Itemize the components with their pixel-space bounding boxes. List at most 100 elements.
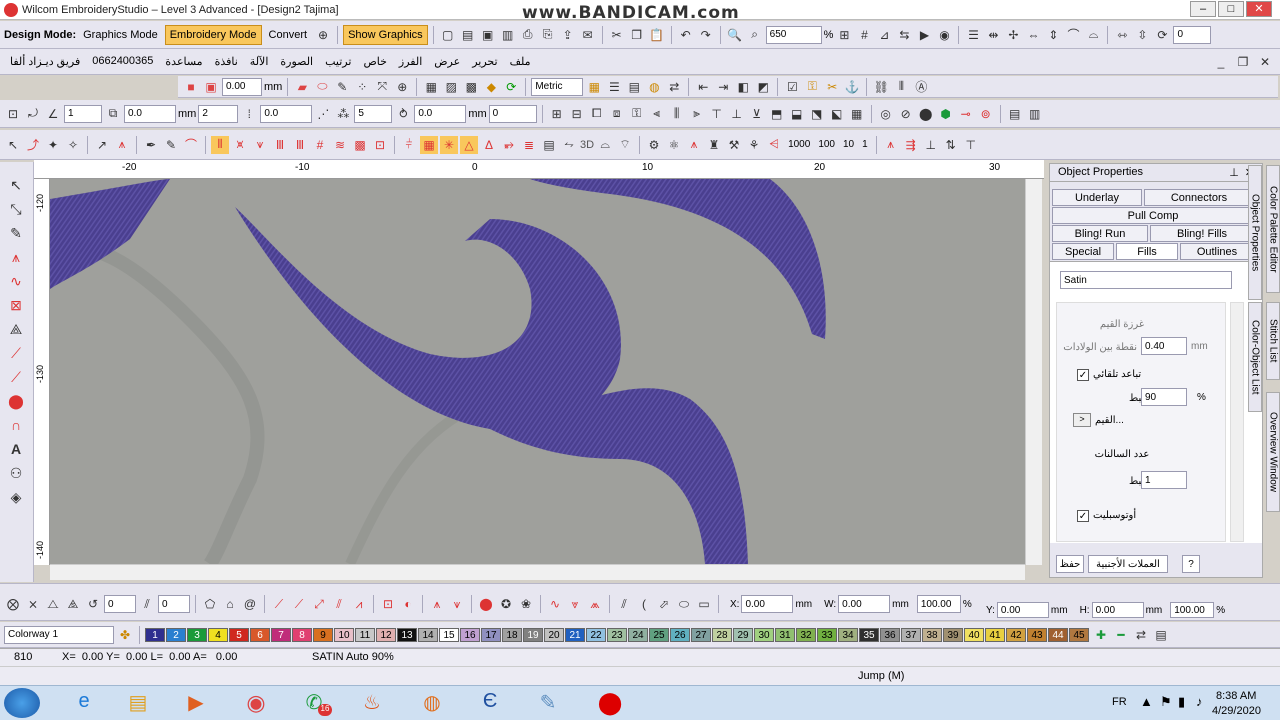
panel-scrollbar[interactable]: [1230, 302, 1244, 542]
adjust-input[interactable]: 90: [1141, 388, 1187, 406]
polygon-select-icon[interactable]: ✧: [64, 136, 82, 154]
hoop-toggle-icon[interactable]: ⇄: [665, 78, 683, 96]
firefox-icon[interactable]: ◍: [412, 690, 452, 718]
color-swatch[interactable]: 1: [145, 627, 165, 642]
column-icon[interactable]: Ⅲ: [271, 136, 289, 154]
tab-stitch-list[interactable]: Stitch List: [1266, 302, 1280, 380]
select-tool-icon[interactable]: ↖: [7, 176, 25, 194]
color-swatch[interactable]: 20: [544, 627, 564, 642]
count-100[interactable]: 100: [818, 139, 835, 150]
color-swatch[interactable]: 13: [397, 627, 417, 642]
h-input[interactable]: 0.00: [1091, 602, 1144, 618]
clock-time[interactable]: 8:38 AM: [1216, 690, 1256, 702]
arc-tool-icon[interactable]: ∩: [7, 416, 25, 434]
color-swatch[interactable]: 15: [439, 627, 459, 642]
w-input[interactable]: 0.00: [838, 595, 891, 613]
color-swatch[interactable]: 24: [628, 627, 648, 642]
spiral-icon[interactable]: @: [241, 595, 259, 613]
spacing-input[interactable]: 0.0: [414, 104, 467, 123]
scan-icon[interactable]: ▩: [462, 78, 480, 96]
travel-c-icon[interactable]: ⊥: [922, 136, 940, 154]
menu-special[interactable]: خاص: [363, 55, 386, 68]
pencil-icon[interactable]: ✎: [162, 136, 180, 154]
select-b-icon[interactable]: ⨂: [4, 595, 22, 613]
travel-e-icon[interactable]: ⊤: [962, 136, 980, 154]
tab-connectors[interactable]: Connectors: [1144, 189, 1254, 206]
letters-icon[interactable]: Ⓐ: [912, 78, 930, 96]
tab-underlay[interactable]: Underlay: [1052, 189, 1142, 206]
color-swatch[interactable]: 44: [1048, 627, 1068, 642]
color-swatch[interactable]: 21: [565, 627, 585, 642]
color-line-icon[interactable]: ▣: [202, 78, 220, 96]
grid-options-icon[interactable]: ▦: [585, 78, 603, 96]
turning-icon[interactable]: ⫩: [400, 136, 418, 154]
maximize-button[interactable]: □: [1218, 1, 1244, 17]
rotate-b-icon[interactable]: ↺: [84, 595, 102, 613]
outline-icon[interactable]: ⬠: [201, 595, 219, 613]
save-icon[interactable]: ▣: [479, 26, 497, 44]
list-icon[interactable]: ☰: [605, 78, 623, 96]
show-graphics-button[interactable]: Show Graphics: [343, 24, 428, 45]
bling-b-icon[interactable]: ⩔: [566, 595, 584, 613]
tray-network-icon[interactable]: ⚑: [1160, 694, 1172, 710]
shape-edit-icon[interactable]: ✎: [333, 78, 351, 96]
distribute-icon[interactable]: ⇹: [984, 26, 1002, 44]
hatch-icon[interactable]: ⫽: [615, 595, 633, 613]
split-icon[interactable]: ⇤: [694, 78, 712, 96]
run-tool-icon[interactable]: ∿: [7, 272, 25, 290]
menu-restore-icon[interactable]: ❐: [1234, 53, 1252, 71]
select-all-icon[interactable]: ⊞: [548, 105, 566, 123]
fill-holes-icon[interactable]: ◧: [734, 78, 752, 96]
tab-special[interactable]: Special: [1052, 243, 1114, 260]
needle-icon[interactable]: ⊸: [957, 105, 975, 123]
stitch-icon[interactable]: ⁞: [240, 105, 258, 123]
link-icon[interactable]: ⌒: [1064, 26, 1082, 44]
bling-c-icon[interactable]: ⩕: [586, 595, 604, 613]
start-button[interactable]: [4, 688, 40, 718]
mirror-c-icon[interactable]: ⧌: [64, 595, 82, 613]
offset-y-input[interactable]: 0.0: [260, 104, 313, 123]
spacing-input[interactable]: 0.40: [1141, 337, 1187, 355]
lock-icon[interactable]: ⚿: [803, 78, 821, 96]
ie-icon[interactable]: e: [64, 690, 104, 718]
tatami-icon[interactable]: ⩙: [231, 136, 249, 154]
star-fill-icon[interactable]: ✳: [440, 135, 458, 154]
skew-input[interactable]: 0: [158, 595, 190, 613]
wrap-icon[interactable]: ⥁: [394, 105, 412, 123]
color-swatch[interactable]: 16: [460, 627, 480, 642]
zigzag-icon[interactable]: ⩛: [251, 136, 269, 154]
shape-rect-icon[interactable]: ▰: [293, 78, 311, 96]
color-swatch[interactable]: 45: [1069, 627, 1089, 642]
color-fill-icon[interactable]: ■: [182, 78, 200, 96]
transform-icon[interactable]: ⤧: [373, 78, 391, 96]
print-sheet-icon[interactable]: ▤: [625, 78, 643, 96]
hoop2-icon[interactable]: ⊚: [977, 105, 995, 123]
node-icon[interactable]: ⁘: [353, 78, 371, 96]
count-1[interactable]: 1: [862, 139, 868, 150]
tray-power-icon[interactable]: ▮: [1178, 694, 1185, 710]
color-swatch[interactable]: 5: [229, 627, 249, 642]
add-color-icon[interactable]: ✚: [1092, 626, 1110, 644]
color-swatch[interactable]: 30: [754, 627, 774, 642]
transform-reset-icon[interactable]: ⊡: [4, 105, 22, 123]
values-expand-button[interactable]: >: [1073, 413, 1091, 427]
graphics-mode-button[interactable]: Graphics Mode: [78, 25, 163, 45]
menu-help[interactable]: مساعدة: [165, 55, 202, 68]
flower-icon[interactable]: ❀: [517, 595, 535, 613]
hoop-icon[interactable]: ◍: [645, 78, 663, 96]
tie-icon[interactable]: ⚓: [843, 78, 861, 96]
travel-d-icon[interactable]: ⇅: [942, 136, 960, 154]
tab-overview-window[interactable]: Overview Window: [1266, 392, 1280, 512]
explorer-icon[interactable]: ▤: [118, 690, 158, 718]
bandicam-icon[interactable]: ⬤: [590, 690, 630, 718]
align-bottom-icon[interactable]: ⊻: [748, 105, 766, 123]
globe-icon[interactable]: ⊕: [314, 26, 332, 44]
count2-input[interactable]: 2: [198, 104, 239, 123]
rotate-b-input[interactable]: 0: [104, 595, 136, 613]
currencies-button[interactable]: العملات الأجنبية: [1088, 555, 1168, 573]
color-swatch[interactable]: 27: [691, 627, 711, 642]
color-swatch[interactable]: 43: [1027, 627, 1047, 642]
color-swatch[interactable]: 18: [502, 627, 522, 642]
paint-icon[interactable]: ✎: [528, 690, 568, 718]
color-swatch[interactable]: 39: [943, 627, 963, 642]
